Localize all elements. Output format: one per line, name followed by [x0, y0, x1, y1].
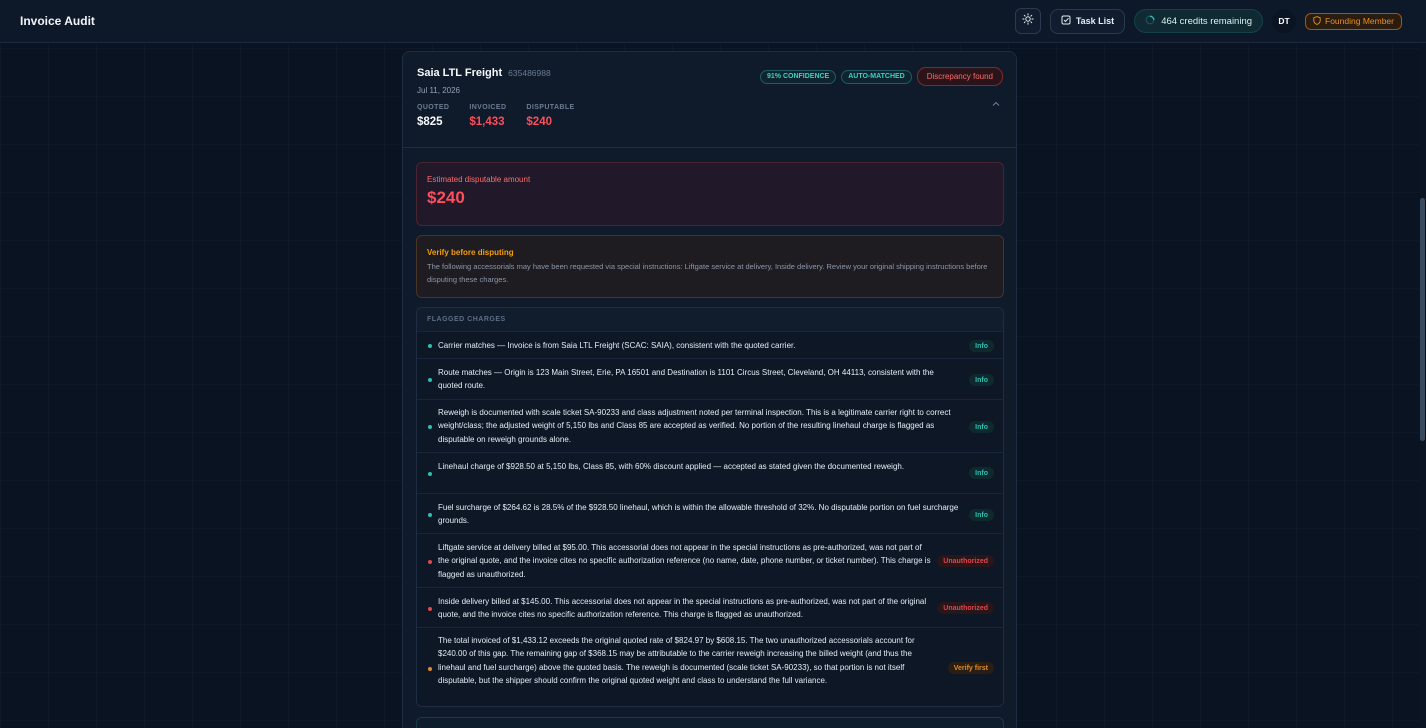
- estimate-value: $240: [427, 188, 465, 207]
- top-bar: Invoice Audit Task List 464 credits rema…: [0, 0, 1426, 43]
- flagged-item-text: Reweigh is documented with scale ticket …: [438, 408, 951, 444]
- flagged-item: The total invoiced of $1,433.12 exceeds …: [417, 627, 1003, 706]
- sun-icon: [1022, 12, 1034, 30]
- flagged-item-text: The total invoiced of $1,433.12 exceeds …: [438, 636, 915, 686]
- invoiced-amount: INVOICED $1,433: [469, 104, 506, 128]
- avatar[interactable]: DT: [1272, 9, 1297, 33]
- flagged-item: Route matches — Origin is 123 Main Stree…: [417, 358, 1003, 399]
- shield-icon: [1313, 15, 1321, 27]
- info-tag: Info: [969, 421, 994, 433]
- flagged-item: Linehaul charge of $928.50 at 5,150 lbs,…: [417, 452, 1003, 493]
- flagged-item: Reweigh is documented with scale ticket …: [417, 399, 1003, 452]
- status-badge: Discrepancy found: [916, 67, 1003, 86]
- verify-panel: Verify before disputing The following ac…: [416, 235, 1004, 298]
- status-dot: [428, 378, 432, 382]
- disputable-value: $240: [526, 116, 552, 128]
- info-tag: Info: [969, 509, 994, 521]
- quoted-label: QUOTED: [417, 104, 450, 111]
- status-dot: [428, 344, 432, 348]
- flagged-item-text: Route matches — Origin is 123 Main Stree…: [438, 368, 934, 391]
- topbar-actions: Task List 464 credits remaining DT Found…: [1014, 8, 1402, 34]
- disputable-label: DISPUTABLE: [526, 104, 575, 111]
- flagged-charges-heading: FLAGGED CHARGES: [417, 308, 1003, 331]
- verify-title: Verify before disputing: [427, 248, 514, 257]
- flagged-item: Inside delivery billed at $145.00. This …: [417, 587, 1003, 627]
- unauthorized-tag: Unauthorized: [937, 602, 994, 614]
- flagged-item: Fuel surcharge of $264.62 is 28.5% of th…: [417, 493, 1003, 533]
- status-dot: [428, 607, 432, 611]
- task-list-button[interactable]: Task List: [1049, 8, 1126, 34]
- status-dot: [428, 667, 432, 671]
- invoiced-value: $1,433: [469, 116, 505, 128]
- invoice-card: Saia LTL Freight 635486988 Jul 11, 2026 …: [402, 51, 1017, 728]
- verify-first-tag: Verify first: [947, 662, 994, 674]
- flagged-item-text: Inside delivery billed at $145.00. This …: [438, 597, 927, 620]
- verify-text: The following accessorials may have been…: [427, 262, 988, 284]
- scrollbar-thumb[interactable]: [1420, 198, 1425, 441]
- credits-label: 464 credits remaining: [1161, 15, 1253, 27]
- flagged-item-text: Linehaul charge of $928.50 at 5,150 lbs,…: [438, 462, 905, 471]
- flagged-item: Carrier matches — Invoice is from Saia L…: [417, 331, 1003, 358]
- chevron-up-icon[interactable]: [992, 94, 1000, 112]
- task-list-label: Task List: [1075, 16, 1115, 26]
- auto-matched-badge: AUTO-MATCHED: [841, 69, 912, 84]
- flagged-item-text: Carrier matches — Invoice is from Saia L…: [438, 341, 796, 350]
- flagged-charges-panel: FLAGGED CHARGES Carrier matches — Invoic…: [416, 307, 1004, 707]
- flagged-item-text: Fuel surcharge of $264.62 is 28.5% of th…: [438, 503, 959, 526]
- invoice-number: 635486988: [508, 68, 551, 78]
- info-tag: Info: [969, 467, 994, 479]
- status-dot: [428, 425, 432, 429]
- estimate-label: Estimated disputable amount: [427, 175, 531, 184]
- confidence-badge: 91% CONFIDENCE: [759, 69, 837, 84]
- founding-member-badge[interactable]: Founding Member: [1305, 12, 1402, 30]
- credits-ring-icon: [1145, 15, 1155, 28]
- info-tag: Info: [969, 340, 994, 352]
- quoted-amount: QUOTED $825: [417, 104, 449, 128]
- status-dot: [428, 560, 432, 564]
- app-title: Invoice Audit: [20, 14, 95, 28]
- credits-indicator[interactable]: 464 credits remaining: [1134, 9, 1264, 33]
- checkbox-icon: [1061, 15, 1071, 27]
- member-label: Founding Member: [1325, 16, 1394, 26]
- info-tag: Info: [969, 374, 994, 386]
- flagged-item-text: Liftgate service at delivery billed at $…: [438, 543, 931, 579]
- status-dot: [428, 513, 432, 517]
- disputable-amount: DISPUTABLE $240: [526, 104, 574, 128]
- invoiced-label: INVOICED: [469, 104, 507, 111]
- invoice-card-header[interactable]: Saia LTL Freight 635486988 Jul 11, 2026 …: [403, 52, 1016, 148]
- status-dot: [428, 472, 432, 476]
- badge-group: 91% CONFIDENCE AUTO-MATCHED Discrepancy …: [759, 67, 1003, 86]
- carrier-name: Saia LTL Freight: [417, 67, 503, 79]
- estimate-panel: Estimated disputable amount $240: [416, 162, 1004, 226]
- amount-summary: QUOTED $825 INVOICED $1,433 DISPUTABLE $…: [417, 104, 1002, 128]
- flagged-item: Liftgate service at delivery billed at $…: [417, 533, 1003, 587]
- theme-toggle-button[interactable]: [1014, 8, 1041, 34]
- unauthorized-tag: Unauthorized: [937, 555, 994, 567]
- invoice-date: Jul 11, 2026: [417, 86, 460, 95]
- quoted-value: $825: [417, 116, 443, 128]
- next-section-panel: [416, 717, 1004, 728]
